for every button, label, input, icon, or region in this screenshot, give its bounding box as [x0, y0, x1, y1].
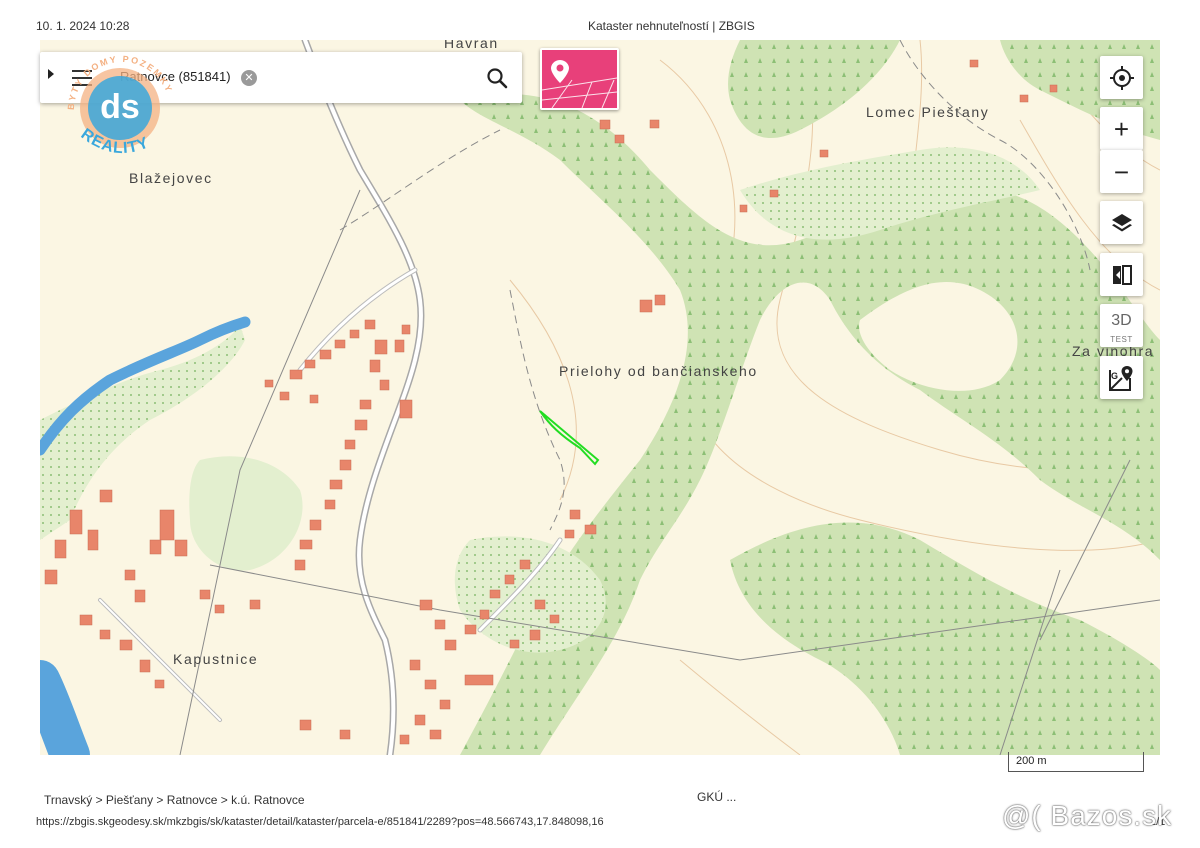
cadastre-parcel-button[interactable]	[540, 48, 619, 110]
zoom-in-icon: +	[1113, 113, 1130, 144]
locate-button[interactable]	[1100, 56, 1143, 99]
place-label-lomec: Lomec Piešťany	[866, 104, 990, 120]
compare-button[interactable]	[1100, 253, 1143, 296]
forest-areas	[40, 40, 1160, 755]
zoom-out-icon: −	[1113, 156, 1130, 187]
map-canvas[interactable]: Havran Lomec Piešťany Blažejovec Prieloh…	[40, 40, 1160, 755]
svg-text:G: G	[1111, 371, 1118, 381]
google-maps-button[interactable]: G	[1100, 356, 1143, 399]
3d-button[interactable]: 3D TEST	[1100, 304, 1143, 347]
3d-label: 3D	[1111, 311, 1132, 329]
ds-reality-watermark-logo: ds BYTY DOMY POZEMKY REALITY	[66, 54, 173, 157]
place-label-havran: Havran	[444, 40, 499, 51]
scale-label: 200 m	[1016, 755, 1047, 767]
clear-icon[interactable]: ✕	[241, 70, 257, 86]
place-label-prielohy: Prielohy od bančianskeho	[559, 363, 758, 379]
selected-parcel	[539, 410, 600, 466]
zoom-in-button[interactable]: +	[1100, 107, 1143, 150]
parcel-pin-icon	[542, 60, 617, 108]
layers-button[interactable]	[1100, 201, 1143, 244]
expand-panel-icon[interactable]	[48, 69, 54, 79]
watermark-brand: ds	[100, 88, 140, 126]
place-label-kapustnice: Kapustnice	[173, 651, 259, 667]
search-icon[interactable]	[486, 67, 508, 94]
locate-icon	[1109, 65, 1134, 90]
breadcrumb: Trnavský > Piešťany > Ratnovce > k.ú. Ra…	[44, 793, 305, 807]
place-label-blazejovec: Blažejovec	[129, 170, 213, 186]
layers-icon	[1111, 213, 1132, 231]
compare-icon	[1112, 264, 1132, 285]
zoom-out-button[interactable]: −	[1100, 150, 1143, 193]
map-layers	[40, 40, 1160, 755]
print-date: 10. 1. 2024 10:28	[36, 19, 130, 33]
page-url: https://zbgis.skgeodesy.sk/mkzbgis/sk/ka…	[36, 816, 604, 828]
google-maps-icon: G	[1108, 365, 1132, 391]
gku-label: GKÚ ...	[697, 790, 737, 804]
scale-bar: 200 m	[1008, 752, 1144, 772]
print-title: Kataster nehnuteľností | ZBGIS	[588, 19, 755, 33]
bazos-watermark: @( Bazos.sk	[1002, 800, 1173, 831]
3d-test-label: TEST	[1110, 335, 1133, 344]
